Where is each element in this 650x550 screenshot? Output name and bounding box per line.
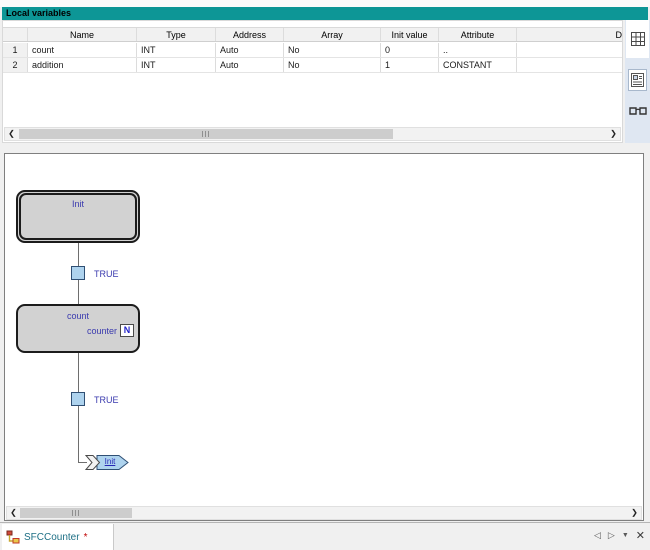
sfc-connector-line xyxy=(78,353,79,393)
array-cell[interactable]: No xyxy=(284,58,381,72)
header-attribute[interactable]: Attribute xyxy=(439,28,517,41)
grid-view-button[interactable] xyxy=(626,20,649,58)
array-cell[interactable]: No xyxy=(284,43,381,57)
sfc-transition[interactable] xyxy=(71,392,85,406)
header-description[interactable]: D xyxy=(517,28,622,41)
init-value-cell[interactable]: 1 xyxy=(381,58,439,72)
transition-condition[interactable]: TRUE xyxy=(94,395,119,405)
name-cell[interactable]: count xyxy=(28,43,137,57)
attribute-cell[interactable]: .. xyxy=(439,43,517,57)
scroll-left-icon[interactable]: ❮ xyxy=(7,507,20,519)
table-header-row: Name Type Address Array Init value Attri… xyxy=(3,27,622,42)
name-cell[interactable]: addition xyxy=(28,58,137,72)
grid-view-icon xyxy=(631,32,645,46)
sfc-connector-line xyxy=(78,280,79,305)
address-cell[interactable]: Auto xyxy=(216,58,284,72)
description-cell[interactable] xyxy=(517,58,622,72)
sfc-connector-line xyxy=(78,243,79,267)
header-array[interactable]: Array xyxy=(284,28,381,41)
type-cell[interactable]: INT xyxy=(137,58,216,72)
address-cell[interactable]: Auto xyxy=(216,43,284,57)
description-cell[interactable] xyxy=(517,43,622,57)
init-value-cell[interactable]: 0 xyxy=(381,43,439,57)
window-top-strip xyxy=(0,0,650,7)
scrollbar-thumb[interactable] xyxy=(20,508,132,518)
jump-target-label: Init xyxy=(98,457,122,466)
action-qualifier-box: N xyxy=(120,324,134,337)
scroll-right-icon[interactable]: ❯ xyxy=(607,128,620,140)
tab-list-dropdown-icon[interactable]: ▼ xyxy=(622,532,629,539)
tab-navigation-controls: ◁ ▷ ▼ ✕ xyxy=(594,529,645,542)
declaration-table-panel: Name Type Address Array Init value Attri… xyxy=(2,20,623,143)
tab-modified-marker: * xyxy=(84,532,88,543)
close-tab-icon[interactable]: ✕ xyxy=(636,529,645,542)
prev-tab-icon[interactable]: ◁ xyxy=(594,530,601,541)
scroll-left-icon[interactable]: ❮ xyxy=(5,128,18,140)
header-init-value[interactable]: Init value xyxy=(381,28,439,41)
sfc-pou-icon xyxy=(6,530,20,544)
next-tab-icon[interactable]: ▷ xyxy=(608,530,615,541)
row-number-cell[interactable]: 1 xyxy=(3,43,28,57)
document-tab-bar: SFCCounter * ◁ ▷ ▼ ✕ xyxy=(0,522,650,549)
scrollbar-grip xyxy=(72,510,81,516)
step-label: Init xyxy=(18,199,138,209)
declaration-form-icon xyxy=(631,73,644,87)
sfc-step-count[interactable]: count counter N xyxy=(16,304,140,353)
panel-titlebar: Local variables xyxy=(2,7,648,20)
declaration-form-button[interactable] xyxy=(628,69,647,91)
transition-condition[interactable]: TRUE xyxy=(94,269,119,279)
sfc-jump[interactable]: Init xyxy=(85,454,131,471)
sfc-initial-step[interactable]: Init xyxy=(16,190,140,243)
panel-title: Local variables xyxy=(6,8,71,18)
attribute-cell[interactable]: CONSTANT xyxy=(439,58,517,72)
type-cell[interactable]: INT xyxy=(137,43,216,57)
scrollbar-thumb[interactable] xyxy=(19,129,393,139)
action-name: counter xyxy=(87,326,117,336)
sfc-editor-panel: Init TRUE count counter N TRUE Init ❮ ❯ xyxy=(4,153,644,521)
sfc-horizontal-scrollbar[interactable]: ❮ ❯ xyxy=(6,506,642,520)
sfc-transition[interactable] xyxy=(71,266,85,280)
header-row-number[interactable] xyxy=(3,28,28,41)
row-number-cell[interactable]: 2 xyxy=(3,58,28,72)
header-name[interactable]: Name xyxy=(28,28,137,41)
header-address[interactable]: Address xyxy=(216,28,284,41)
table-row[interactable]: 1 count INT Auto No 0 .. xyxy=(3,43,622,58)
watch-glasses-icon xyxy=(629,106,647,117)
tab-label: SFCCounter xyxy=(24,532,80,543)
tab-sfccounter[interactable]: SFCCounter * xyxy=(2,524,114,550)
scrollbar-grip xyxy=(202,131,211,137)
step-label: count xyxy=(18,311,138,321)
table-horizontal-scrollbar[interactable]: ❮ ❯ xyxy=(4,127,621,141)
sfc-connector-line xyxy=(78,406,79,463)
step-action-association[interactable]: counter N xyxy=(87,324,134,337)
watch-view-button[interactable] xyxy=(628,101,647,121)
declaration-side-toolbar xyxy=(625,20,650,143)
table-row[interactable]: 2 addition INT Auto No 1 CONSTANT xyxy=(3,58,622,73)
scroll-right-icon[interactable]: ❯ xyxy=(628,507,641,519)
header-type[interactable]: Type xyxy=(137,28,216,41)
